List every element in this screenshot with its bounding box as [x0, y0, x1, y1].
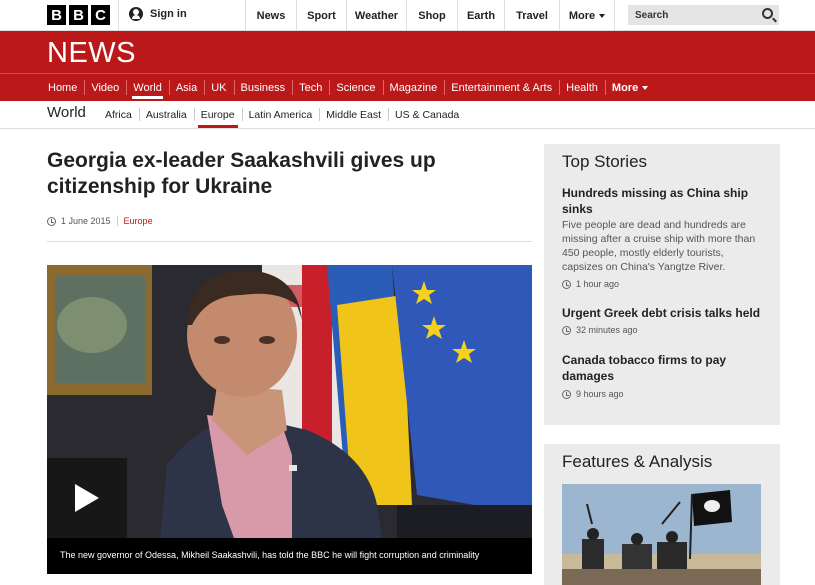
subnav-middle-east[interactable]: Middle East: [319, 101, 388, 128]
meta-divider: [116, 216, 118, 226]
signin-label: Sign in: [150, 8, 187, 20]
section-title[interactable]: World: [47, 104, 86, 121]
header-divider: [118, 0, 119, 31]
bbc-logo-letter: B: [47, 5, 66, 25]
features-title: Features & Analysis: [562, 452, 713, 471]
main-nav: Home Video World Asia UK Business Tech S…: [0, 73, 815, 101]
subnav-latin-america[interactable]: Latin America: [241, 101, 320, 128]
divider: [47, 241, 532, 242]
top-story-item: Canada tobacco firms to pay damages 9 ho…: [562, 352, 767, 399]
top-stories-title: Top Stories: [562, 152, 648, 171]
article-headline: Georgia ex-leader Saakashvili gives up c…: [47, 149, 436, 198]
subnav-us-canada[interactable]: US & Canada: [388, 101, 466, 128]
subnav-australia[interactable]: Australia: [138, 101, 194, 128]
video-player[interactable]: The new governor of Odessa, Mikheil Saak…: [47, 265, 532, 574]
news-banner: NEWS: [0, 31, 815, 73]
top-stories-panel: Top Stories Hundreds missing as China sh…: [544, 144, 780, 425]
top-story-item: Hundreds missing as China ship sinks Fiv…: [562, 185, 767, 289]
global-header: B B C Sign in News Sport Weather Shop Ea…: [0, 0, 815, 31]
user-icon: [129, 7, 143, 21]
top-story-headline[interactable]: Urgent Greek debt crisis talks held: [562, 305, 767, 321]
global-nav-shop[interactable]: Shop: [406, 0, 457, 31]
top-story-time-label: 1 hour ago: [576, 279, 620, 289]
global-nav: News Sport Weather Shop Earth Travel Mor…: [245, 0, 615, 31]
main-nav-business[interactable]: Business: [233, 74, 293, 101]
top-story-time: 1 hour ago: [562, 279, 767, 289]
clock-icon: [47, 216, 56, 226]
subnav-africa[interactable]: Africa: [98, 101, 139, 128]
main-nav-magazine[interactable]: Magazine: [382, 74, 445, 101]
main-nav-science[interactable]: Science: [329, 74, 382, 101]
global-nav-sport[interactable]: Sport: [296, 0, 346, 31]
global-nav-weather[interactable]: Weather: [346, 0, 406, 31]
top-story-item: Urgent Greek debt crisis talks held 32 m…: [562, 305, 767, 335]
top-story-time-label: 9 hours ago: [576, 389, 624, 399]
article-date: 1 June 2015: [61, 216, 111, 226]
clock-icon: [562, 325, 571, 335]
global-nav-earth[interactable]: Earth: [457, 0, 504, 31]
main-nav-uk[interactable]: UK: [204, 74, 233, 101]
top-story-time-label: 32 minutes ago: [576, 325, 638, 335]
global-nav-more-label: More: [568, 9, 596, 22]
main-nav-health[interactable]: Health: [559, 74, 605, 101]
features-panel: Features & Analysis: [544, 444, 780, 585]
clock-icon: [562, 389, 571, 399]
main-nav-world[interactable]: World: [126, 74, 169, 101]
main-nav-more[interactable]: More: [604, 74, 655, 101]
main-nav-entertainment[interactable]: Entertainment & Arts: [444, 74, 559, 101]
search-placeholder: Search: [635, 9, 669, 21]
bbc-logo-letter: B: [69, 5, 88, 25]
news-logo[interactable]: NEWS: [47, 37, 136, 70]
feature-photo: [562, 484, 761, 585]
feature-image[interactable]: [562, 484, 761, 585]
search-icon[interactable]: [762, 8, 773, 19]
bbc-logo[interactable]: B B C: [47, 5, 110, 25]
clock-icon: [562, 279, 571, 289]
subnav-europe[interactable]: Europe: [193, 101, 242, 128]
top-story-summary: Five people are dead and hundreds are mi…: [562, 219, 756, 273]
video-caption: The new governor of Odessa, Mikheil Saak…: [47, 538, 532, 574]
article-meta: 1 June 2015 Europe: [47, 216, 153, 226]
global-nav-news[interactable]: News: [245, 0, 296, 31]
main-nav-video[interactable]: Video: [84, 74, 126, 101]
chevron-down-icon: [642, 85, 649, 90]
global-nav-travel[interactable]: Travel: [504, 0, 559, 31]
section-subnav: World Africa Australia Europe Latin Amer…: [0, 101, 815, 129]
article-section-link[interactable]: Europe: [124, 216, 153, 226]
main-nav-more-label: More: [611, 81, 639, 94]
top-story-time: 32 minutes ago: [562, 325, 767, 335]
main-nav-tech[interactable]: Tech: [292, 74, 329, 101]
top-story-headline[interactable]: Hundreds missing as China ship sinks: [562, 185, 767, 217]
top-story-headline[interactable]: Canada tobacco firms to pay damages: [562, 352, 767, 384]
bbc-logo-letter: C: [91, 5, 110, 25]
signin-link[interactable]: Sign in: [129, 7, 187, 21]
main-nav-asia[interactable]: Asia: [168, 74, 204, 101]
top-story-time: 9 hours ago: [562, 389, 767, 399]
main-nav-home[interactable]: Home: [41, 74, 84, 101]
search-input[interactable]: Search: [628, 5, 779, 25]
global-nav-more[interactable]: More: [559, 0, 615, 31]
play-button[interactable]: [47, 458, 127, 538]
chevron-down-icon: [599, 13, 606, 18]
